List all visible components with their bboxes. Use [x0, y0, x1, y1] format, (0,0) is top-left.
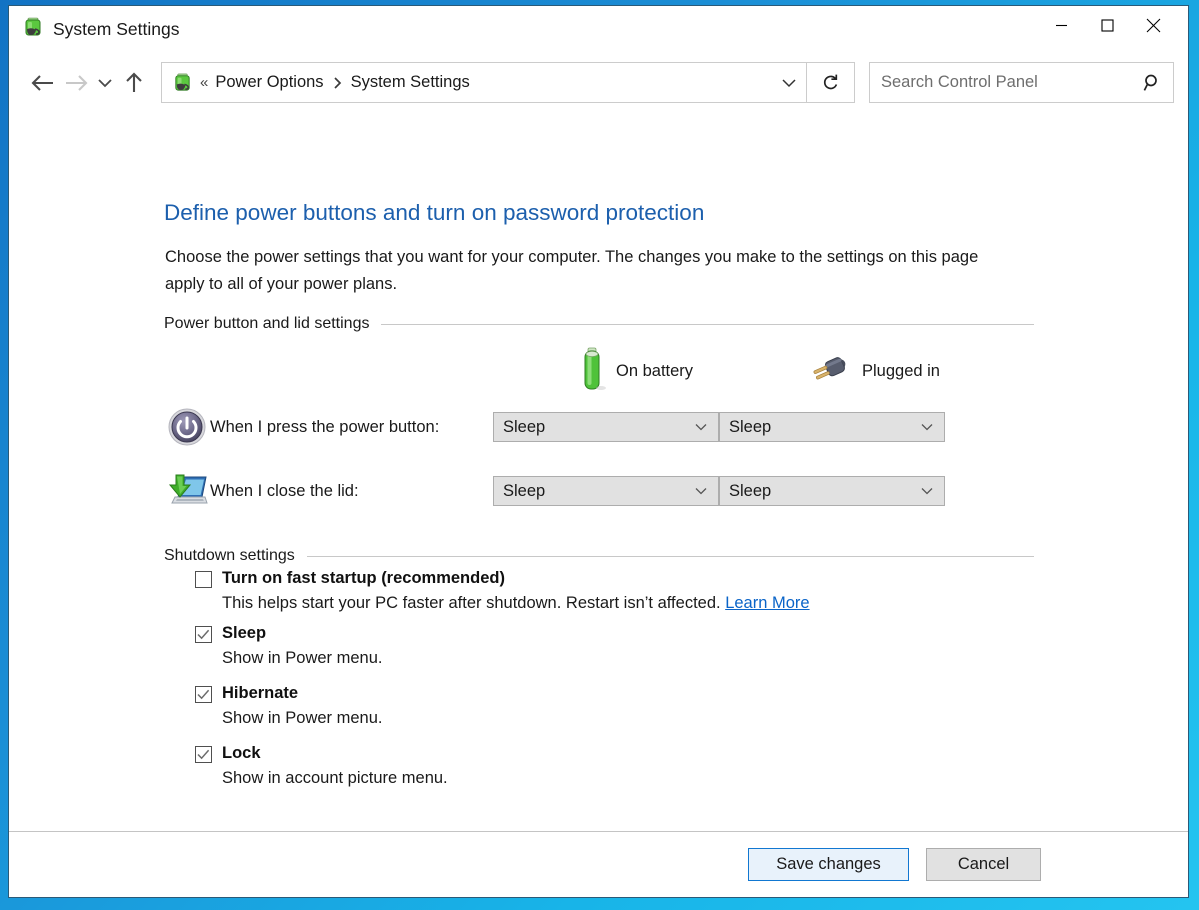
power-plug-icon	[809, 347, 853, 396]
setting-row-close-lid: When I close the lid: Sleep Sleep	[164, 469, 945, 513]
column-label-on-battery: On battery	[616, 362, 694, 380]
dropdown-power-button-on-battery[interactable]: Sleep	[493, 412, 719, 442]
system-settings-window: System Settings « Power Options System S…	[8, 5, 1189, 898]
dropdown-value: Sleep	[503, 417, 546, 436]
maximize-icon[interactable]	[1084, 10, 1130, 41]
search-icon[interactable]	[1139, 73, 1173, 92]
checkbox-fast-startup[interactable]	[195, 571, 212, 588]
page-content: Define power buttons and turn on passwor…	[9, 112, 1188, 831]
address-bar: « Power Options System Settings	[9, 53, 1188, 112]
back-arrow-icon[interactable]	[25, 66, 59, 100]
group-header-shutdown: Shutdown settings	[164, 547, 1034, 565]
search-input[interactable]	[870, 72, 1139, 93]
setting-row-power-button: When I press the power button: Sleep Sle…	[164, 405, 945, 449]
checkbox-lock[interactable]	[195, 746, 212, 763]
window-controls	[1038, 2, 1188, 57]
checkbox-description-lock: Show in account picture menu.	[222, 769, 448, 787]
page-title: Define power buttons and turn on passwor…	[164, 200, 705, 225]
power-battery-icon	[172, 72, 193, 93]
dropdown-value: Sleep	[503, 481, 546, 500]
group-title-power: Power button and lid settings	[164, 315, 370, 332]
page-description: Choose the power settings that you want …	[165, 248, 979, 293]
dropdown-close-lid-plugged-in[interactable]: Sleep	[719, 476, 945, 506]
search-box[interactable]	[869, 62, 1174, 103]
setting-hibernate: Hibernate Show in Power menu.	[195, 684, 383, 728]
checkbox-label-hibernate: Hibernate	[222, 684, 299, 702]
setting-lock: Lock Show in account picture menu.	[195, 744, 448, 788]
save-changes-button[interactable]: Save changes	[748, 848, 909, 881]
breadcrumb[interactable]: « Power Options System Settings	[161, 62, 807, 103]
dropdown-value: Sleep	[729, 417, 772, 436]
chevron-down-icon	[921, 487, 944, 495]
group-divider	[381, 323, 1034, 325]
chevron-down-icon	[695, 487, 718, 495]
power-battery-icon	[22, 16, 44, 43]
refresh-icon[interactable]	[807, 62, 855, 103]
group-divider	[306, 555, 1034, 557]
checkbox-label-fast-startup: Turn on fast startup (recommended)	[222, 569, 505, 587]
close-icon[interactable]	[1130, 10, 1176, 41]
checkbox-row[interactable]: Sleep	[195, 624, 383, 643]
setting-sleep: Sleep Show in Power menu.	[195, 624, 383, 668]
recent-pages-chevron-icon[interactable]	[93, 66, 117, 100]
checkbox-row[interactable]: Hibernate	[195, 684, 383, 703]
group-header-power: Power button and lid settings	[164, 315, 1034, 333]
checkbox-row[interactable]: Turn on fast startup (recommended)	[195, 569, 810, 588]
dropdown-value: Sleep	[729, 481, 772, 500]
minimize-icon[interactable]	[1038, 10, 1084, 41]
group-title-shutdown: Shutdown settings	[164, 547, 295, 564]
checkbox-label-lock: Lock	[222, 744, 261, 762]
cancel-button[interactable]: Cancel	[926, 848, 1041, 881]
dropdown-close-lid-on-battery[interactable]: Sleep	[493, 476, 719, 506]
column-header-plugged-in: Plugged in	[809, 347, 940, 396]
checkbox-description-hibernate: Show in Power menu.	[222, 709, 383, 727]
breadcrumb-item-power-options[interactable]: Power Options	[215, 73, 323, 92]
checkbox-hibernate[interactable]	[195, 686, 212, 703]
checkbox-description-fast-startup: This helps start your PC faster after sh…	[222, 594, 810, 613]
breadcrumb-separator-icon[interactable]	[324, 76, 351, 89]
battery-icon	[577, 347, 607, 396]
column-header-on-battery: On battery	[577, 347, 693, 396]
column-label-plugged-in: Plugged in	[862, 362, 940, 380]
checkbox-label-sleep: Sleep	[222, 624, 267, 642]
breadcrumb-prefix: «	[200, 74, 209, 91]
laptop-close-lid-icon	[164, 471, 210, 511]
power-button-icon	[164, 407, 210, 447]
title-bar: System Settings	[9, 6, 1188, 53]
label-when-close-lid: When I close the lid:	[210, 481, 359, 500]
dropdown-power-button-plugged-in[interactable]: Sleep	[719, 412, 945, 442]
window-title: System Settings	[53, 19, 180, 39]
setting-fast-startup: Turn on fast startup (recommended) This …	[195, 569, 810, 613]
checkbox-row[interactable]: Lock	[195, 744, 448, 763]
label-when-press-power-button: When I press the power button:	[210, 417, 440, 436]
learn-more-link[interactable]: Learn More	[725, 594, 809, 612]
forward-arrow-icon[interactable]	[59, 66, 93, 100]
chevron-down-icon	[921, 423, 944, 431]
checkbox-sleep[interactable]	[195, 626, 212, 643]
chevron-down-icon	[695, 423, 718, 431]
title-bar-left: System Settings	[9, 16, 1038, 43]
dialog-footer: Save changes Cancel	[9, 831, 1188, 897]
description-text: This helps start your PC faster after sh…	[222, 594, 721, 612]
chevron-down-icon[interactable]	[772, 63, 806, 102]
checkbox-description-sleep: Show in Power menu.	[222, 649, 383, 667]
breadcrumb-item-system-settings[interactable]: System Settings	[351, 73, 470, 92]
up-arrow-icon[interactable]	[117, 66, 151, 100]
